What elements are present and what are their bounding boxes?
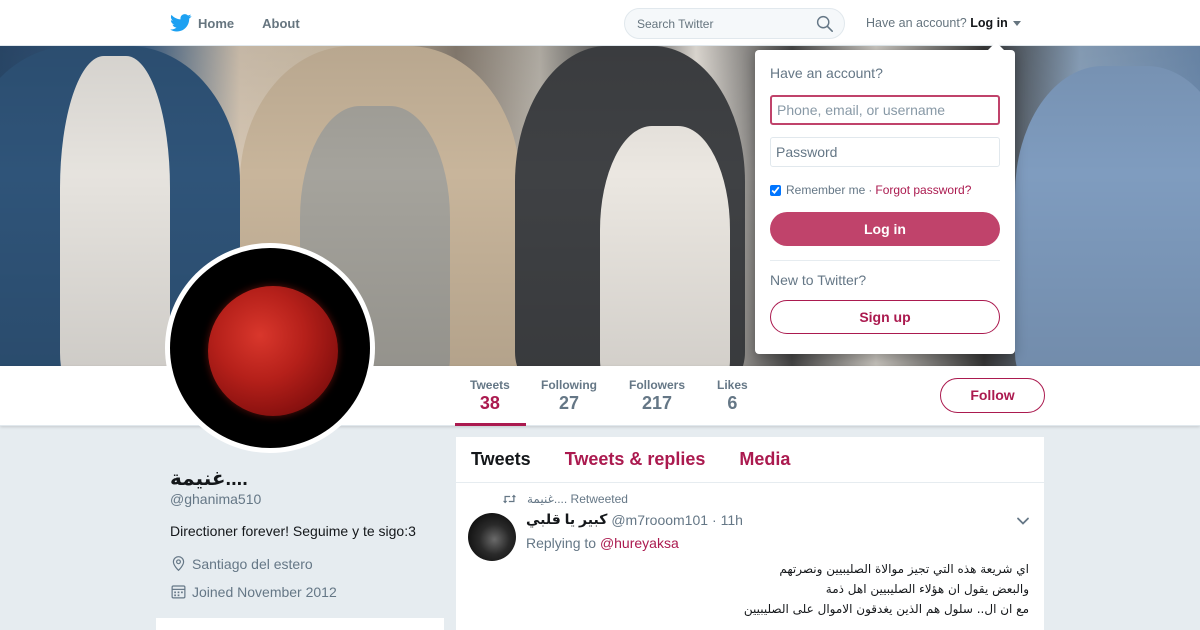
active-stat-underline [455,423,526,426]
caret-down-icon [1013,21,1022,27]
stat-label: Likes [717,378,748,392]
profile-joined: Joined November 2012 [170,583,337,600]
timeline-tabs: Tweets Tweets & replies Media [456,437,1044,483]
left-sidebar-card [156,618,444,630]
replying-prefix: Replying to [526,535,597,551]
retweet-icon [502,494,517,504]
password-field[interactable] [770,137,1000,167]
location-text: Santiago del estero [192,555,313,572]
location-pin-icon [172,556,185,572]
stat-tweets[interactable]: Tweets 38 [470,378,510,414]
tweet-author-handle[interactable]: @m7rooom101 [611,512,708,528]
stat-value: 38 [479,393,500,413]
joined-text: Joined November 2012 [192,583,337,600]
tweet-text-line: اي شريعة هذه التي تجيز موالاة الصليبيين … [779,562,1029,576]
tweet-author-name[interactable]: كبير يا قلبي [526,511,607,528]
stat-value: 6 [727,393,738,413]
stat-following[interactable]: Following 27 [541,378,597,414]
tab-tweets-replies[interactable]: Tweets & replies [565,449,706,470]
stat-label: Following [541,378,597,392]
forgot-password-link[interactable]: Forgot password? [875,183,971,197]
tab-tweets[interactable]: Tweets [471,449,531,470]
timeline: Tweets Tweets & replies Media غنيمة.... … [456,437,1044,630]
replying-handle-link[interactable]: @hureyaksa [600,535,679,551]
tweet-text-line: مع ان ال.. سلول هم الذين يغدقون الاموال … [743,602,1029,616]
stat-likes[interactable]: Likes 6 [717,378,748,414]
profile-location: Santiago del estero [170,555,313,572]
dropdown-title: Have an account? [770,65,883,81]
home-link[interactable]: Home [170,14,234,32]
tweet-timestamp[interactable]: · 11h [712,512,743,528]
separator-dot: · [868,183,873,197]
follow-button[interactable]: Follow [940,378,1045,413]
login-link[interactable]: Log in [970,16,1008,30]
search-input[interactable] [625,9,805,38]
tweet-text-line: والبعض يقول ان هؤلاء الصليبيين اهل ذمة [825,582,1029,596]
remember-row: Remember me · Forgot password? [770,183,971,197]
home-label: Home [198,15,235,31]
account-prompt: Have an account? [866,16,967,30]
stat-value: 217 [641,393,673,413]
stat-label: Followers [629,378,686,392]
profile-handle[interactable]: @ghanima510 [170,491,261,507]
retweet-label: غنيمة.... Retweeted [527,492,628,506]
login-button[interactable]: Log in [770,212,1000,246]
nav-left: Home About [170,0,328,46]
login-dropdown: Have an account? Remember me · Forgot pa… [755,42,1015,354]
profile-bio: Directioner forever! Seguime y te sigo:3 [170,523,416,539]
signup-button[interactable]: Sign up [770,300,1000,334]
red-moon-image [208,286,338,416]
calendar-icon [171,585,186,599]
tweet-text: اي شريعة هذه التي تجيز موالاة الصليبيين … [526,559,1029,619]
avatar-image [170,248,370,448]
username-field[interactable] [770,95,1000,125]
search-icon[interactable] [816,15,834,33]
about-link[interactable]: About [262,16,300,31]
retweet-context: غنيمة.... Retweeted [502,492,628,506]
profile-display-name[interactable]: غنيمة.... [170,466,248,491]
search-box [624,8,845,39]
new-to-twitter-text: New to Twitter? [770,272,867,288]
tweet-header: كبير يا قلبي @m7rooom101 · 11h [526,511,743,528]
dropdown-divider [770,260,1000,261]
profile-avatar[interactable] [165,243,375,453]
replying-to: Replying to @hureyaksa [526,535,679,551]
twitter-bird-icon [170,14,192,32]
top-navigation: Home About Have an account? Log in [0,0,1200,46]
remember-label[interactable]: Remember me [786,183,865,197]
tab-media[interactable]: Media [739,449,790,470]
remember-me-checkbox[interactable] [770,184,781,196]
account-login-toggle[interactable]: Have an account? Log in [866,16,1022,30]
chevron-down-icon[interactable] [1016,514,1030,528]
stat-value: 27 [558,393,580,413]
stat-label: Tweets [470,378,510,392]
tweet-author-avatar[interactable] [468,513,516,561]
stat-followers[interactable]: Followers 217 [629,378,685,414]
